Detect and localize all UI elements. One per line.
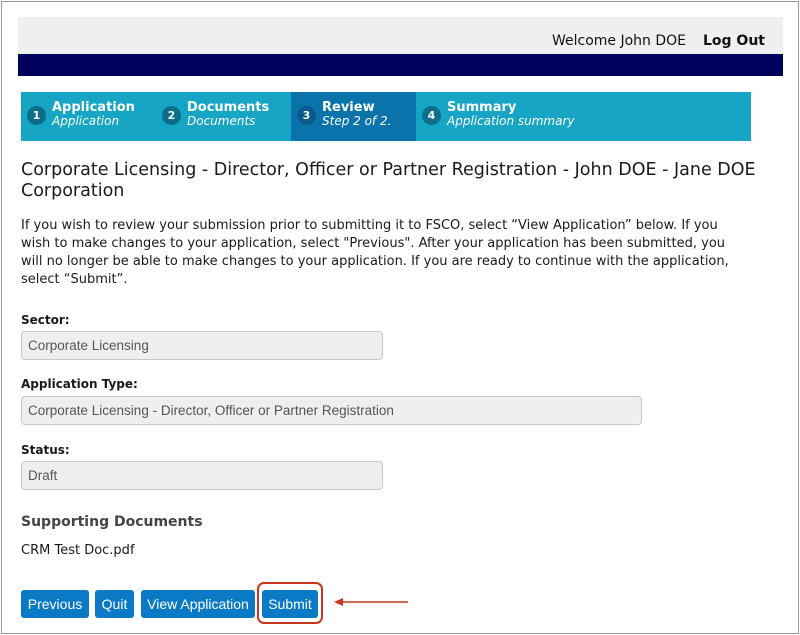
application-type-label: Application Type: xyxy=(21,377,138,391)
step-title: Documents xyxy=(187,100,270,115)
step-review[interactable]: 3 Review Step 2 of 2. xyxy=(291,92,416,141)
step-subtitle: Step 2 of 2. xyxy=(322,114,392,128)
step-number: 4 xyxy=(422,106,441,125)
step-number: 3 xyxy=(297,106,316,125)
step-number: 1 xyxy=(27,106,46,125)
view-application-button[interactable]: View Application xyxy=(141,590,255,618)
quit-button[interactable]: Quit xyxy=(95,590,134,618)
header-band xyxy=(18,54,783,76)
welcome-text: Welcome John DOE xyxy=(551,33,686,49)
top-bar: Welcome John DOE Log Out xyxy=(18,17,783,54)
step-documents[interactable]: 2 Documents Documents xyxy=(156,92,291,141)
progress-steps: 1 Application Application 2 Documents Do… xyxy=(21,92,751,141)
step-title: Review xyxy=(322,100,375,115)
pointer-arrow-icon xyxy=(334,598,408,606)
previous-button[interactable]: Previous xyxy=(21,590,89,618)
step-summary[interactable]: 4 Summary Application summary xyxy=(416,92,586,141)
status-field: Draft xyxy=(21,461,383,490)
step-title: Summary xyxy=(447,100,517,115)
step-title: Application xyxy=(52,100,135,115)
status-label: Status: xyxy=(21,443,70,457)
step-subtitle: Application xyxy=(52,114,120,128)
sector-field: Corporate Licensing xyxy=(21,331,383,360)
sector-label: Sector: xyxy=(21,313,70,327)
submit-highlight xyxy=(257,582,323,624)
step-application[interactable]: 1 Application Application xyxy=(21,92,156,141)
intro-text: If you wish to review your submission pr… xyxy=(21,218,729,287)
logout-link[interactable]: Log Out xyxy=(703,33,765,49)
step-number: 2 xyxy=(162,106,181,125)
page-title: Corporate Licensing - Director, Officer … xyxy=(21,160,756,201)
document-item[interactable]: CRM Test Doc.pdf xyxy=(21,543,135,558)
application-type-field: Corporate Licensing - Director, Officer … xyxy=(21,396,642,425)
supporting-documents-heading: Supporting Documents xyxy=(21,514,203,530)
step-subtitle: Documents xyxy=(187,114,256,128)
step-subtitle: Application summary xyxy=(447,114,575,128)
